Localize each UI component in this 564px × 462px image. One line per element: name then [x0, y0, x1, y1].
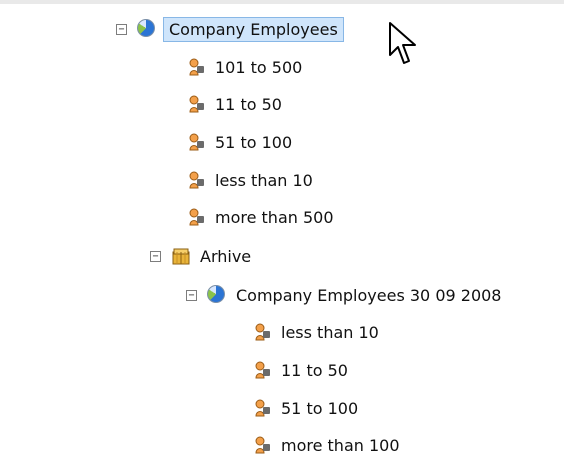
tree-node-51-to-100[interactable]: 51 to 100 — [186, 127, 295, 157]
expander-minus-icon[interactable]: − — [186, 289, 197, 301]
person-icon — [186, 207, 206, 227]
tree-node-archive[interactable]: − Arhive — [150, 241, 254, 271]
expander-minus-icon[interactable]: − — [116, 23, 127, 35]
tree-node-label: less than 10 — [215, 170, 313, 190]
person-icon — [186, 94, 206, 114]
tree-panel: − Company Employees 101 to 500 11 to 50 — [0, 0, 564, 462]
tree-node-more-than-500[interactable]: more than 500 — [186, 202, 337, 232]
tree-node-label: Company Employees — [163, 16, 344, 42]
tree-node-snapshot-less-than-10[interactable]: less than 10 — [252, 317, 382, 347]
tree-node-snapshot-more-than-100[interactable]: more than 100 — [252, 430, 403, 460]
tree-node-label: 51 to 100 — [281, 398, 359, 418]
tree-node-label: Arhive — [200, 246, 252, 266]
person-icon — [252, 322, 272, 342]
pie-chart-icon — [137, 19, 157, 39]
tree-node-label: 51 to 100 — [215, 132, 293, 152]
person-icon — [252, 360, 272, 380]
tree-node-snapshot-51-to-100[interactable]: 51 to 100 — [252, 393, 361, 423]
expander-minus-icon[interactable]: − — [150, 250, 161, 262]
pie-chart-icon — [207, 285, 227, 305]
tree-node-snapshot-11-to-50[interactable]: 11 to 50 — [252, 355, 351, 385]
tree-node-label: more than 500 — [215, 207, 334, 227]
tree-node-label: 101 to 500 — [215, 57, 303, 77]
tree-node-label: Company Employees 30 09 2008 — [236, 285, 502, 305]
top-strip — [0, 0, 564, 4]
tree-node-less-than-10[interactable]: less than 10 — [186, 165, 316, 195]
tree-node-company-employees-snapshot[interactable]: − Company Employees 30 09 2008 — [186, 280, 504, 310]
tree-node-company-employees[interactable]: − Company Employees — [116, 14, 344, 44]
tree-node-label: 11 to 50 — [215, 94, 282, 114]
tree-node-label: less than 10 — [281, 322, 379, 342]
archive-icon — [171, 246, 191, 266]
mouse-cursor-icon — [389, 22, 416, 64]
person-icon — [186, 57, 206, 77]
person-icon — [252, 435, 272, 455]
person-icon — [252, 398, 272, 418]
tree-node-11-to-50[interactable]: 11 to 50 — [186, 89, 285, 119]
tree-node-101-to-500[interactable]: 101 to 500 — [186, 52, 305, 82]
tree-node-label: more than 100 — [281, 435, 400, 455]
person-icon — [186, 170, 206, 190]
person-icon — [186, 132, 206, 152]
tree-node-label: 11 to 50 — [281, 360, 348, 380]
